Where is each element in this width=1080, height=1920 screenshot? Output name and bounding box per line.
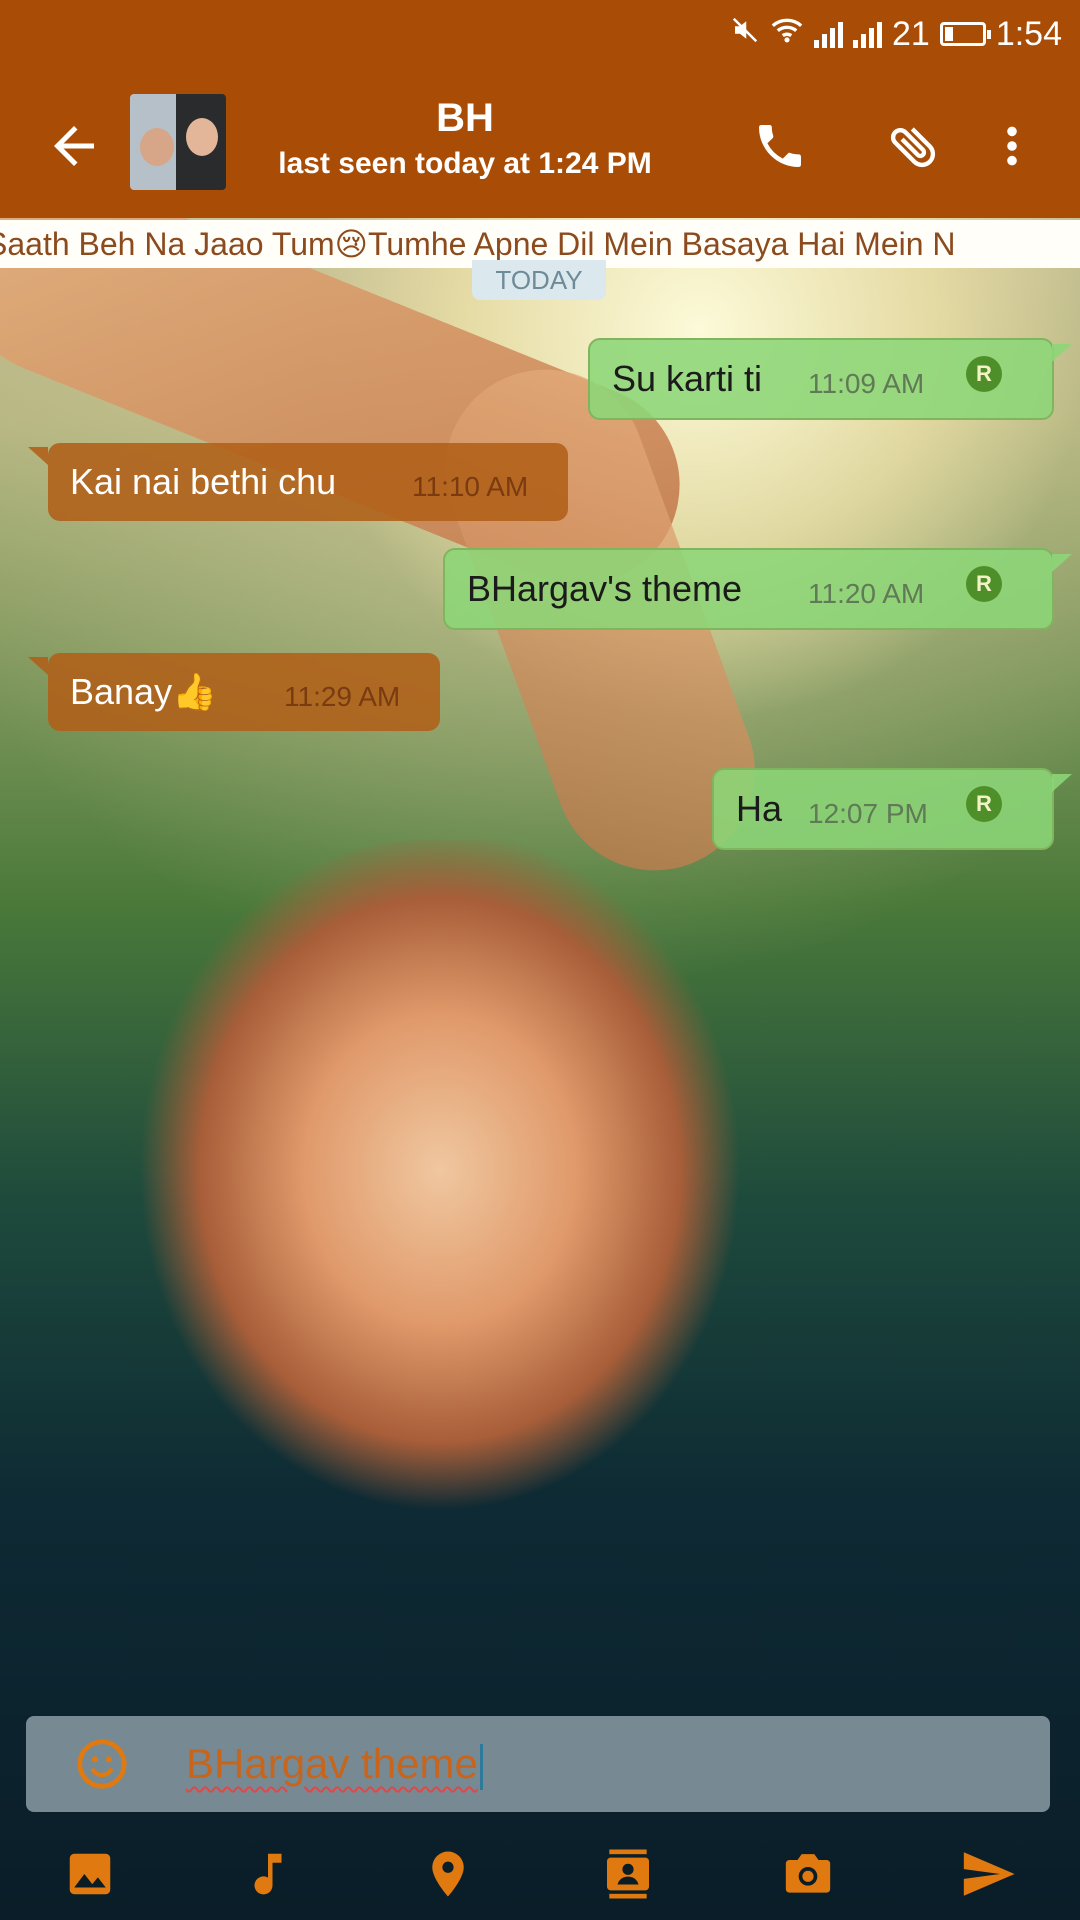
arrow-left-icon [54, 126, 94, 166]
attachment-toolbar [0, 1826, 1080, 1920]
camera-icon [785, 1854, 831, 1893]
message-text: BHargav's theme [467, 568, 742, 609]
send-icon [963, 1852, 1015, 1896]
smile-icon [77, 1739, 127, 1789]
message-text: Su karti ti [612, 358, 763, 399]
message-bubble-outgoing[interactable]: BHargav's theme 11:20 AM R [443, 548, 1072, 630]
message-text: Ha [736, 788, 783, 829]
status-icons: 21 1:54 [730, 12, 1062, 56]
attach-button[interactable] [882, 114, 946, 178]
message-time: 11:29 AM [284, 681, 401, 712]
message-compose-bar: BHargav theme [26, 1716, 1050, 1812]
gallery-button[interactable] [60, 1844, 120, 1904]
message-time: 12:07 PM [808, 798, 928, 829]
message-time: 11:20 AM [808, 578, 925, 609]
status-bar: 21 1:54 [0, 0, 1080, 66]
message-text: Kai nai bethi chu [70, 461, 337, 502]
wallpaper-hands [140, 840, 780, 1540]
message-time: 11:09 AM [808, 368, 925, 399]
emoji-button[interactable] [74, 1736, 130, 1792]
date-divider: TODAY [472, 260, 606, 300]
call-button[interactable] [748, 114, 812, 178]
back-button[interactable] [44, 116, 104, 176]
map-pin-icon [432, 1851, 464, 1897]
message-bubble-outgoing[interactable]: Ha 12:07 PM R [712, 768, 1072, 850]
paperclip-icon [890, 127, 936, 168]
mute-icon [730, 15, 760, 54]
contact-name: BH [436, 96, 494, 140]
signal-label: 21 [891, 14, 930, 53]
contact-share-button[interactable] [598, 1844, 658, 1904]
image-icon [69, 1853, 111, 1895]
message-input[interactable]: BHargav theme [186, 1740, 483, 1790]
message-bubble-incoming[interactable]: Kai nai bethi chu 11:10 AM [28, 443, 568, 521]
music-note-icon [254, 1853, 282, 1895]
message-text: Banay👍 [70, 671, 217, 712]
contact-card-icon [607, 1849, 649, 1899]
more-vertical-icon [1007, 126, 1017, 166]
text-cursor [479, 1743, 483, 1790]
last-seen-status: last seen today at 1:24 PM [278, 147, 652, 180]
chat-header: BH last seen today at 1:24 PM [0, 66, 1080, 218]
location-button[interactable] [418, 1844, 478, 1904]
wifi-icon [770, 15, 804, 54]
clock: 1:54 [995, 14, 1062, 53]
phone-icon [759, 125, 801, 167]
camera-button[interactable] [778, 1844, 838, 1904]
read-receipt-badge: R [966, 566, 1002, 602]
signal-bars-2-icon [852, 20, 882, 48]
overflow-menu-button[interactable] [980, 114, 1044, 178]
message-input-value: BHargav theme [186, 1740, 478, 1787]
contact-avatar[interactable] [130, 94, 226, 190]
read-receipt-badge: R [966, 786, 1002, 822]
audio-button[interactable] [238, 1844, 298, 1904]
signal-bars-icon [813, 20, 843, 48]
send-button[interactable] [958, 1844, 1018, 1904]
read-receipt-badge: R [966, 356, 1002, 392]
message-bubble-outgoing[interactable]: Su karti ti 11:09 AM R [588, 338, 1072, 420]
contact-info[interactable]: BH last seen today at 1:24 PM [255, 96, 675, 181]
battery-icon [939, 22, 991, 46]
message-time: 11:10 AM [412, 471, 529, 502]
message-bubble-incoming[interactable]: Banay👍 11:29 AM [28, 653, 440, 731]
